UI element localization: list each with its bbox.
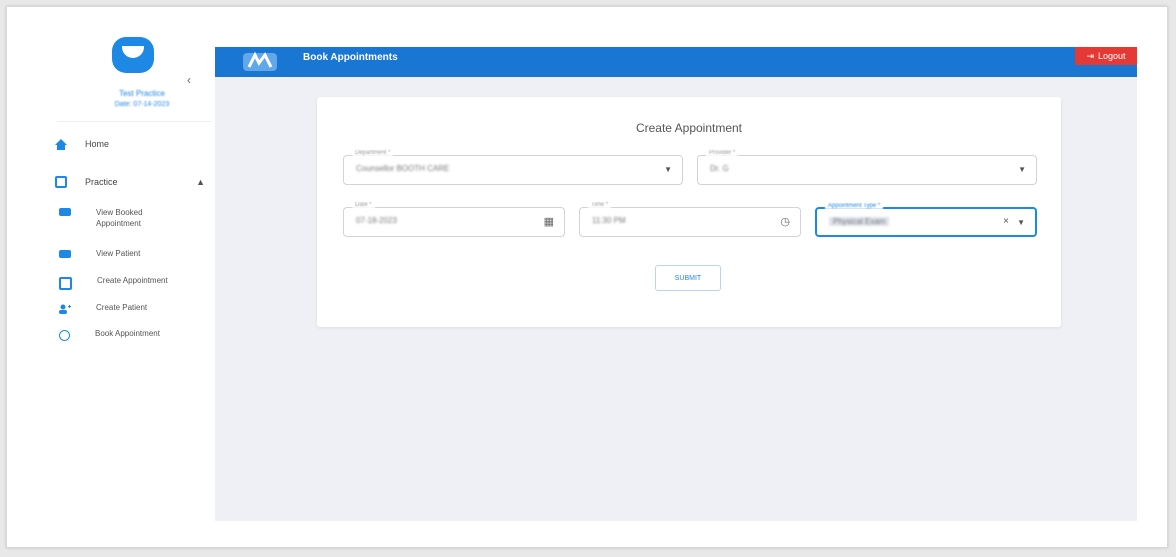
chevron-up-icon: ▲ <box>196 177 205 187</box>
form-title: Create Appointment <box>635 121 743 135</box>
sidebar-item-create-patient[interactable]: Create Patient <box>59 303 147 314</box>
card-icon <box>59 208 71 216</box>
logo <box>243 51 277 71</box>
time-value: 11:30 PM <box>592 216 626 225</box>
sidebar-item-label: Book Appointment <box>95 329 160 338</box>
page-title: Book Appointments <box>303 52 398 63</box>
logout-icon: ⇥ <box>1086 50 1094 61</box>
sidebar-item-label: Create Appointment <box>97 276 168 285</box>
sidebar: ‹ Test Practice Date: 07-14-2023 Home Pr… <box>37 21 212 521</box>
logout-label: Logout <box>1098 51 1126 61</box>
create-appointment-form: Create Appointment Department * Counsell… <box>317 97 1061 327</box>
provider-select[interactable]: Provider * Dr. G ▼ <box>697 150 1037 185</box>
clock-icon[interactable]: ◷ <box>780 215 790 228</box>
sidebar-item-create-appointment[interactable]: Create Appointment <box>59 276 168 290</box>
sidebar-item-label: Home <box>85 139 110 149</box>
calendar-icon <box>59 277 72 290</box>
user-date: Date: 07-14-2023 <box>114 101 170 108</box>
department-select[interactable]: Department * Counsellor BOOTH CARE ▼ <box>343 150 683 185</box>
department-label: Department * <box>352 150 394 156</box>
avatar <box>112 37 154 73</box>
sidebar-item-label: View Patient <box>96 249 141 258</box>
date-label: Date * <box>352 202 375 208</box>
sidebar-item-label: View Booked Appointment <box>96 208 143 228</box>
time-field[interactable]: Time * 11:30 PM ◷ <box>579 202 801 237</box>
sidebar-item-book-appointment[interactable]: Book Appointment <box>59 329 160 341</box>
practice-icon <box>55 176 67 188</box>
calendar-icon[interactable]: ▦ <box>544 215 554 228</box>
collapse-sidebar-icon[interactable]: ‹ <box>187 73 191 87</box>
time-label: Time * <box>588 202 612 208</box>
sidebar-item-label: Create Patient <box>96 303 148 312</box>
appointment-type-label: Appointment Type * <box>825 203 884 209</box>
dropdown-arrow-icon[interactable]: ▼ <box>1018 165 1026 174</box>
add-person-icon <box>59 304 71 314</box>
home-icon <box>55 139 67 150</box>
logout-button[interactable]: ⇥ Logout <box>1075 47 1137 65</box>
submit-button[interactable]: SUBMIT <box>655 265 721 291</box>
dropdown-arrow-icon[interactable]: ▼ <box>1017 218 1025 227</box>
main-content: Book Appointments ⇥ Logout Create Appoin… <box>215 47 1137 521</box>
sidebar-item-home[interactable]: Home <box>55 139 110 150</box>
sidebar-item-view-booked-appointment[interactable]: View Booked Appointment <box>59 207 166 229</box>
date-field[interactable]: Date * 07-18-2023 ▦ <box>343 202 565 237</box>
divider <box>57 121 212 122</box>
date-value: 07-18-2023 <box>356 216 397 225</box>
appointment-type-value: Physical Exam <box>829 217 890 226</box>
sidebar-item-view-patient[interactable]: View Patient <box>59 249 140 258</box>
sidebar-item-practice[interactable]: Practice ▲ <box>55 176 205 188</box>
provider-value: Dr. G <box>710 164 729 173</box>
sidebar-item-label: Practice <box>85 177 118 187</box>
department-value: Counsellor BOOTH CARE <box>356 164 450 173</box>
clock-icon <box>59 330 70 341</box>
app-window: ‹ Test Practice Date: 07-14-2023 Home Pr… <box>6 6 1168 548</box>
provider-label: Provider * <box>706 150 739 156</box>
card-icon <box>59 250 71 258</box>
appointment-type-select[interactable]: Appointment Type * Physical Exam × ▼ <box>815 203 1037 237</box>
clear-icon[interactable]: × <box>1003 216 1009 227</box>
user-name: Test Practice <box>119 89 165 98</box>
top-bar: Book Appointments ⇥ Logout <box>215 47 1137 77</box>
dropdown-arrow-icon[interactable]: ▼ <box>664 165 672 174</box>
